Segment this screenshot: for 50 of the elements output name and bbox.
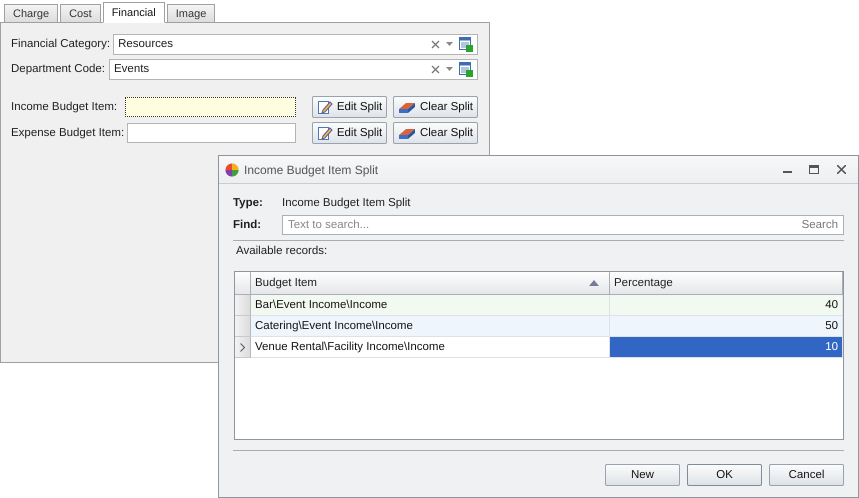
header-corner (235, 272, 251, 295)
input-field[interactable] (125, 96, 296, 116)
window-title: Income Budget Item Split (244, 162, 380, 176)
edit-split-button[interactable]: Edit Split (312, 122, 388, 144)
table-cell: Bar\Event Income\Income (251, 295, 610, 316)
field-label: Department Code: (11, 63, 106, 75)
dropdown-icon[interactable] (446, 67, 453, 71)
records-label: Available records: (235, 244, 328, 259)
search-field[interactable]: Text to search... Search (282, 215, 844, 235)
pencil-icon (316, 124, 333, 140)
clear-split-button[interactable]: Clear Split (392, 96, 478, 118)
tab[interactable]: Image (166, 4, 216, 22)
field-label: Expense Budget Item: (11, 126, 126, 138)
chevron-icon (240, 342, 245, 352)
list-icon[interactable] (459, 36, 473, 52)
type-value: Income Budget Item Split (282, 197, 410, 209)
row-indicator[interactable] (235, 337, 251, 358)
dialog-button[interactable]: Cancel (769, 464, 844, 486)
field-value: Events (114, 63, 150, 75)
close-icon (836, 165, 846, 174)
lookup-field[interactable]: Resources (113, 34, 478, 54)
table-cell: Catering\Event Income\Income (251, 316, 610, 337)
field-value: Resources (118, 38, 174, 50)
lookup-field[interactable]: Events (109, 58, 478, 80)
clear-icon[interactable] (431, 40, 440, 48)
column-header[interactable]: Percentage (610, 272, 843, 295)
sort-ascending-icon (589, 280, 599, 286)
find-label: Find: (233, 219, 262, 231)
table-cell: 10 (610, 337, 843, 358)
dialog-button[interactable]: OK (687, 464, 762, 486)
input-field[interactable] (127, 122, 296, 142)
dialog-button[interactable]: New (605, 464, 680, 486)
tab[interactable]: Charge (4, 4, 58, 22)
table-cell: Venue Rental\Facility Income\Income (251, 337, 610, 358)
pencil-icon (316, 98, 333, 114)
tab[interactable]: Financial (102, 2, 165, 23)
clear-split-button[interactable]: Clear Split (392, 122, 478, 144)
app-icon (225, 162, 239, 176)
tab[interactable]: Cost (60, 4, 101, 22)
clear-icon[interactable] (431, 64, 440, 74)
column-header[interactable]: Budget Item (251, 272, 610, 295)
dropdown-icon[interactable] (446, 42, 453, 46)
list-icon[interactable] (459, 62, 473, 76)
maximize-icon (809, 165, 819, 174)
edit-split-button[interactable]: Edit Split (312, 96, 388, 118)
table-cell: 40 (610, 295, 843, 316)
type-label: Type: (233, 197, 264, 209)
table-cell: 50 (610, 316, 843, 337)
field-label: Financial Category: (11, 38, 112, 50)
field-label: Income Budget Item: (11, 100, 118, 112)
